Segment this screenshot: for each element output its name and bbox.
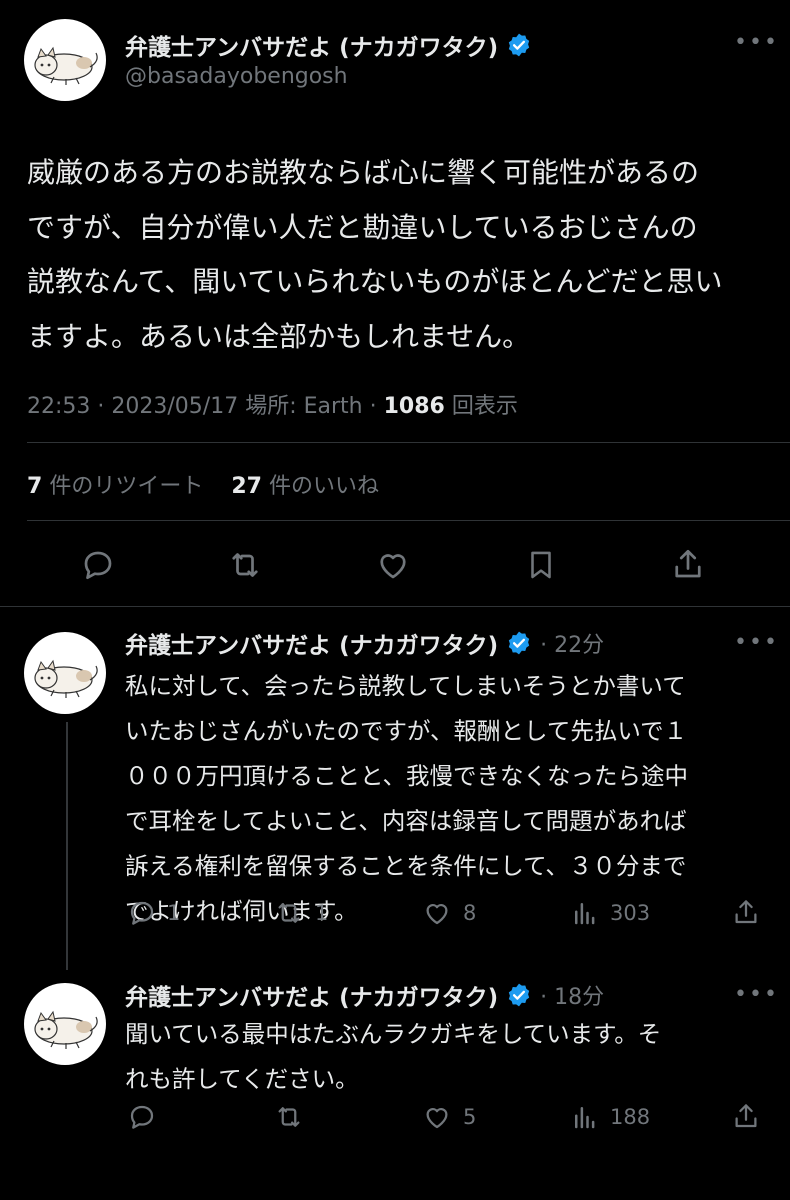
tweet-location: 場所: Earth xyxy=(245,394,363,419)
like-count: 5 xyxy=(463,1105,477,1129)
heart-icon xyxy=(426,1108,448,1129)
cat-avatar-icon xyxy=(34,1010,98,1049)
reply-icon xyxy=(84,551,112,580)
reply-timestamp[interactable]: · 18分 xyxy=(540,979,604,1011)
reply-avatar[interactable] xyxy=(24,983,106,1065)
reply-text: 私に対して、会ったら説教してしまいそうとか書いて いたおじさんがいたのですが、報… xyxy=(125,664,775,934)
heart-icon xyxy=(380,554,406,579)
reply-avatar[interactable] xyxy=(24,632,106,714)
author-name[interactable]: 弁護士アンバサだよ (ナカガワタク) xyxy=(125,28,532,62)
share-icon xyxy=(735,1104,757,1128)
cat-avatar-icon xyxy=(34,46,98,85)
more-options-icon[interactable]: ••• xyxy=(734,30,779,55)
views-count: 1086 xyxy=(383,394,445,419)
analytics-icon xyxy=(575,903,595,925)
share-button[interactable] xyxy=(731,1100,761,1132)
thread-connector-line xyxy=(66,722,68,970)
more-options-icon[interactable]: ••• xyxy=(734,630,779,655)
tweet-text: 威厳のある方のお説教ならば心に響く可能性があるの ですが、自分が偉い人だと勘違い… xyxy=(27,146,772,364)
reply-text-line: 聞いている最中はたぶんラクガキをしています。そ xyxy=(125,1020,662,1048)
view-count: 188 xyxy=(610,1105,651,1129)
share-button[interactable] xyxy=(670,545,706,583)
reply-text-line: 私に対して、会ったら説教してしまいそうとか書いて xyxy=(125,672,686,700)
share-button[interactable] xyxy=(731,896,761,928)
divider xyxy=(27,520,790,521)
retweet-button[interactable] xyxy=(273,1102,315,1132)
author-avatar[interactable] xyxy=(24,19,106,101)
share-icon xyxy=(675,549,701,578)
reply-icon xyxy=(130,1105,154,1129)
likes-count: 27 xyxy=(231,474,262,499)
reply-button[interactable] xyxy=(127,1102,167,1132)
divider xyxy=(27,442,790,443)
reply-text-line: 訴える権利を留保することを条件にして、３０分まで xyxy=(125,852,687,880)
tweet-text-line: 威厳のある方のお説教ならば心に響く可能性があるの xyxy=(27,156,700,189)
reply-text-line: れも許してください。 xyxy=(125,1065,359,1093)
reply-button[interactable]: 1 xyxy=(127,898,180,928)
likes-label: 件のいいね xyxy=(268,474,379,499)
retweet-count: 1 xyxy=(315,901,329,925)
tweet-text-line: 説教なんて、聞いていられないものがほとんどだと思い xyxy=(27,265,723,298)
verified-badge-icon xyxy=(508,983,530,1007)
reply-timestamp[interactable]: · 22分 xyxy=(540,627,604,659)
retweet-icon xyxy=(232,553,258,577)
cat-avatar-icon xyxy=(34,659,98,698)
tweet-metadata: 22:53 · 2023/05/17 場所: Earth · 1086 回表示 xyxy=(27,394,518,419)
divider xyxy=(0,606,790,607)
reply-button[interactable] xyxy=(80,547,116,583)
reply-author-name[interactable]: 弁護士アンバサだよ (ナカガワタク) · 22分 xyxy=(125,626,604,660)
reply-text-line: ０００万円頂けることと、我慢できなくなったら途中 xyxy=(125,762,689,790)
reply-author-name-text[interactable]: 弁護士アンバサだよ (ナカガワタク) xyxy=(125,626,498,660)
verified-badge-icon xyxy=(508,33,530,57)
tweet-text-line: ですが、自分が偉い人だと勘違いしているおじさんの xyxy=(27,210,698,244)
engagement-stats: 7 件のリツイート 27 件のいいね xyxy=(27,468,379,500)
bookmark-button[interactable] xyxy=(524,547,558,583)
more-options-icon[interactable]: ••• xyxy=(734,982,779,1007)
tweet-date[interactable]: 2023/05/17 xyxy=(111,394,238,419)
author-name-text[interactable]: 弁護士アンバサだよ (ナカガワタク) xyxy=(125,28,498,62)
reply-text: 聞いている最中はたぶんラクガキをしています。そ れも許してください。 xyxy=(125,1012,775,1102)
retweets-label: 件のリツイート xyxy=(49,474,204,499)
retweet-button[interactable]: 1 xyxy=(273,898,328,928)
bookmark-icon xyxy=(531,551,551,579)
views-button[interactable]: 303 xyxy=(570,898,650,928)
views-button[interactable]: 188 xyxy=(570,1102,650,1132)
reply-time-ago: 22分 xyxy=(554,633,605,658)
like-count: 8 xyxy=(463,901,477,925)
like-button[interactable]: 8 xyxy=(421,898,476,928)
tweet-time[interactable]: 22:53 xyxy=(27,394,90,419)
like-button[interactable] xyxy=(374,547,412,583)
retweets-count: 7 xyxy=(27,474,43,499)
retweet-icon xyxy=(278,1107,300,1127)
like-button[interactable]: 5 xyxy=(421,1102,476,1132)
likes-stat[interactable]: 27 件のいいね xyxy=(231,474,379,499)
reply-text-line: で耳栓をしてよいこと、内容は録音して問題があれば xyxy=(125,807,687,835)
author-handle[interactable]: @basadayobengosh xyxy=(125,64,348,89)
retweet-icon xyxy=(278,903,300,923)
view-count: 303 xyxy=(610,901,651,925)
tweet-text-line: ますよ。あるいは全部かもしれません。 xyxy=(27,319,531,353)
views-label: 回表示 xyxy=(451,394,518,419)
reply-count: 1 xyxy=(167,901,181,925)
reply-icon xyxy=(130,901,154,925)
verified-badge-icon xyxy=(508,631,530,655)
analytics-icon xyxy=(575,1107,595,1129)
reply-author-name-text[interactable]: 弁護士アンバサだよ (ナカガワタク) xyxy=(125,978,498,1012)
retweets-stat[interactable]: 7 件のリツイート xyxy=(27,474,203,499)
retweet-button[interactable] xyxy=(226,547,264,583)
heart-icon xyxy=(426,904,448,925)
share-icon xyxy=(735,900,757,924)
reply-author-name[interactable]: 弁護士アンバサだよ (ナカガワタク) · 18分 xyxy=(125,978,604,1012)
reply-time-ago: 18分 xyxy=(554,985,605,1010)
reply-text-line: いたおじさんがいたのですが、報酬として先払いで１ xyxy=(125,717,688,745)
